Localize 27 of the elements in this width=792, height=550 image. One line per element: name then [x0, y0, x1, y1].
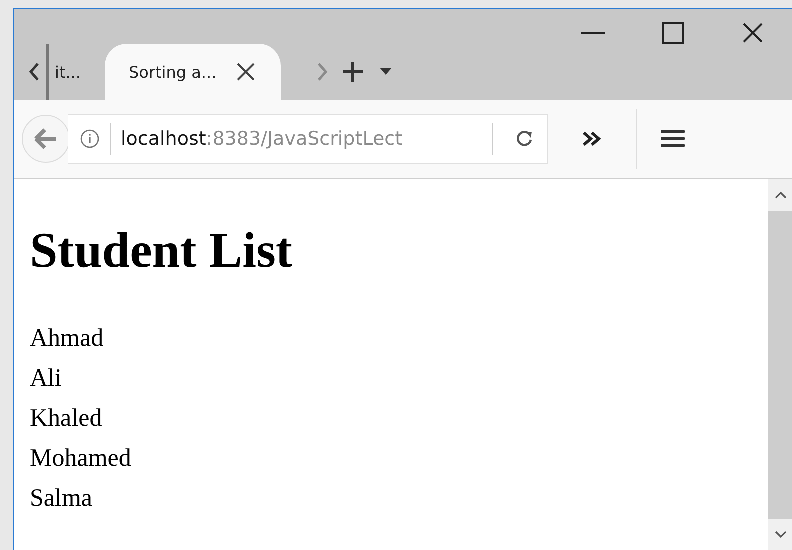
page-heading: Student List	[30, 225, 294, 275]
arrow-left-icon	[34, 128, 58, 150]
chevron-up-icon[interactable]	[774, 191, 786, 199]
back-button[interactable]	[22, 115, 70, 163]
address-field[interactable]: localhost:8383/JavaScriptLect	[68, 114, 548, 164]
url-host: localhost	[121, 128, 206, 150]
dropdown-caret-icon	[380, 68, 392, 76]
student-name: Khaled	[30, 404, 104, 434]
info-icon[interactable]	[80, 129, 100, 149]
close-icon[interactable]	[234, 61, 257, 83]
menu-icon	[661, 129, 685, 149]
student-name: Ali	[30, 364, 63, 394]
plus-icon	[342, 61, 364, 83]
reload-icon	[516, 130, 534, 148]
chevron-right-icon	[316, 62, 329, 82]
chevron-left-icon	[28, 62, 40, 82]
double-chevron-icon	[582, 131, 602, 147]
student-name: Salma	[30, 484, 94, 514]
url-path: :8383/JavaScriptLect	[206, 128, 403, 150]
maximize-icon	[662, 22, 684, 44]
minimize-icon	[581, 31, 605, 35]
browser-tab[interactable]: Sorting a...	[104, 44, 281, 100]
chevron-down-icon[interactable]	[774, 531, 786, 539]
scrollbar[interactable]	[768, 179, 792, 550]
student-name: Ahmad	[30, 324, 105, 354]
student-name: Mohamed	[30, 444, 132, 474]
close-icon	[742, 22, 764, 44]
